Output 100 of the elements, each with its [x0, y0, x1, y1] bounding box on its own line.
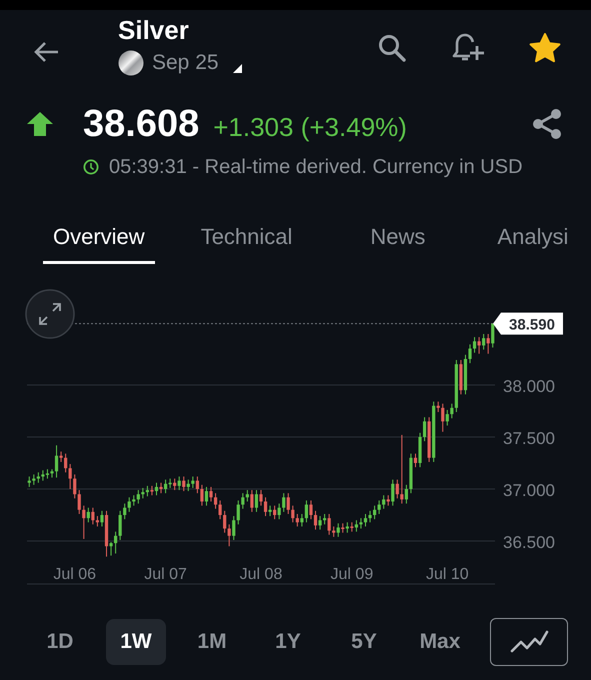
- search-icon[interactable]: [377, 33, 407, 63]
- range-button[interactable]: 1D: [30, 619, 90, 665]
- candlestick: [186, 479, 190, 492]
- candlestick: [450, 403, 454, 419]
- candlestick: [491, 323, 494, 348]
- range-button[interactable]: 1W: [106, 619, 166, 665]
- candlestick: [364, 513, 368, 527]
- candlestick: [173, 478, 176, 491]
- candlestick: [232, 516, 236, 540]
- candlestick: [54, 444, 58, 478]
- axis-label: 38.000: [503, 376, 555, 396]
- candlestick: [214, 492, 218, 510]
- candlestick: [386, 494, 390, 506]
- candlestick: [128, 496, 131, 512]
- candlestick: [354, 520, 358, 532]
- candlestick: [91, 507, 94, 525]
- tab[interactable]: Technical: [190, 204, 302, 264]
- instrument-title: Silver: [118, 14, 190, 46]
- candlestick: [378, 500, 381, 514]
- candlestick: [422, 416, 426, 442]
- range-button[interactable]: 5Y: [334, 619, 394, 665]
- candlestick: [259, 490, 263, 506]
- candlestick: [436, 401, 440, 413]
- candlestick: [246, 490, 249, 502]
- candlestick: [46, 468, 50, 480]
- candlestick: [332, 526, 336, 538]
- candlestick: [223, 510, 226, 534]
- candlestick: [304, 500, 308, 523]
- candlestick: [154, 482, 158, 496]
- candlestick: [132, 494, 136, 506]
- candlestick: [136, 490, 140, 504]
- candlestick: [182, 476, 186, 492]
- candlestick: [100, 510, 104, 527]
- tab[interactable]: Overview: [43, 204, 155, 264]
- axis-label: 37.000: [503, 481, 555, 500]
- candlestick: [350, 522, 354, 532]
- range-button[interactable]: 1M: [182, 619, 242, 665]
- candlestick: [59, 451, 63, 462]
- candlestick: [264, 496, 268, 517]
- candlestick: [441, 403, 444, 432]
- candlestick: [291, 505, 294, 523]
- back-icon[interactable]: [32, 40, 60, 64]
- axis-label: Jul 07: [144, 566, 187, 583]
- candlestick: [472, 336, 476, 354]
- axis-label: 37.500: [503, 429, 555, 448]
- candlestick: [164, 479, 168, 494]
- candlestick: [114, 531, 118, 554]
- candlestick: [204, 486, 208, 506]
- candlestick: [486, 334, 490, 354]
- candlestick: [32, 474, 36, 486]
- candlestick: [414, 453, 418, 468]
- candlestick: [73, 474, 76, 499]
- candlestick: [64, 453, 68, 473]
- candlestick: [368, 510, 372, 523]
- candlestick: [278, 503, 281, 520]
- line-chart-icon: [509, 630, 549, 654]
- candlestick: [336, 522, 340, 538]
- candlestick: [82, 505, 86, 540]
- candlestick: [150, 485, 154, 496]
- candlestick: [446, 409, 449, 426]
- candlestick: [86, 507, 90, 523]
- candlestick: [209, 486, 213, 502]
- contract-month[interactable]: Sep 25: [152, 51, 219, 75]
- candlestick: [236, 500, 240, 525]
- candlestick: [118, 510, 122, 540]
- expand-icon[interactable]: [25, 289, 75, 339]
- axis-label: Jul 10: [426, 566, 469, 583]
- tab[interactable]: News: [360, 204, 436, 264]
- star-icon[interactable]: [529, 33, 561, 63]
- candlestick: [468, 344, 472, 364]
- candlestick: [250, 490, 254, 512]
- candlestick: [228, 524, 231, 547]
- candlestick: [178, 476, 181, 491]
- candlestick: [482, 334, 486, 350]
- candlestick: [391, 479, 394, 506]
- candlestick: [372, 505, 376, 520]
- price: 38.608: [83, 102, 200, 146]
- timestamp-note: 05:39:31 - Real-time derived. Currency in USD: [109, 156, 523, 178]
- candlestick: [254, 490, 258, 512]
- range-button[interactable]: 1Y: [258, 619, 318, 665]
- candlestick: [396, 479, 399, 499]
- candlestick: [286, 492, 290, 514]
- share-icon[interactable]: [531, 108, 563, 140]
- candlestick: [68, 464, 72, 490]
- candlestick: [200, 484, 204, 506]
- axis-label: Jul 06: [53, 566, 96, 583]
- candlestick: [400, 434, 404, 504]
- candlestick: [477, 336, 481, 354]
- range-button[interactable]: Max: [410, 619, 470, 665]
- candlestick: [218, 500, 222, 520]
- dropdown-triangle-icon[interactable]: [232, 64, 242, 72]
- candlestick: [109, 542, 113, 556]
- candlestick: [318, 516, 322, 530]
- axis-label: Jul 09: [330, 566, 374, 583]
- tab[interactable]: Analysi: [487, 204, 578, 264]
- candlestick: [309, 500, 313, 520]
- chart-type-button[interactable]: [490, 618, 568, 666]
- candlestick: [328, 513, 331, 536]
- ref-line-label: 38.590: [509, 316, 555, 334]
- candlestick: [382, 494, 386, 510]
